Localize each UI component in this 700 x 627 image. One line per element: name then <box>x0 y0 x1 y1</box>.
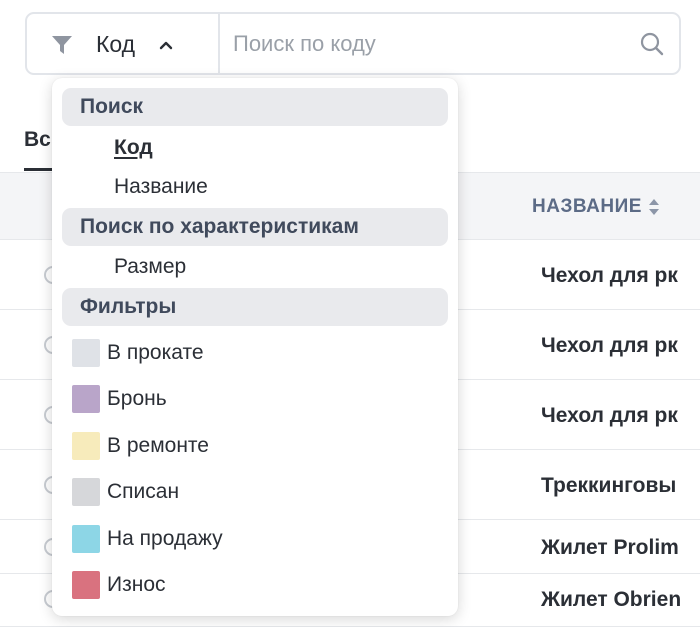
row-name: Чехол для рк <box>541 334 678 357</box>
row-name: Чехол для рк <box>541 264 678 287</box>
status-filter-repair[interactable]: В ремонте <box>72 431 209 461</box>
group-header-filters: Фильтры <box>62 288 448 326</box>
search-bar: Код <box>25 12 681 75</box>
magnifier-icon[interactable] <box>639 31 665 57</box>
status-label: На продажу <box>107 527 223 550</box>
status-filter-written-off[interactable]: Списан <box>72 477 179 507</box>
status-label: В прокате <box>107 341 204 364</box>
status-swatch <box>72 339 100 367</box>
status-filter-for-sale[interactable]: На продажу <box>72 524 223 554</box>
status-filter-wear[interactable]: Износ <box>72 570 166 600</box>
option-size[interactable]: Размер <box>114 255 186 279</box>
tab-all[interactable]: Вс <box>24 128 51 152</box>
status-label: Износ <box>107 573 166 596</box>
status-label: Списан <box>107 480 180 503</box>
status-swatch <box>72 478 100 506</box>
search-mode-dropdown[interactable]: Код <box>27 14 219 73</box>
funnel-icon <box>52 36 72 54</box>
row-name: Треккинговы <box>541 474 677 497</box>
status-filter-reserved[interactable]: Бронь <box>72 384 167 414</box>
column-header-name[interactable]: НАЗВАНИЕ <box>532 196 660 218</box>
column-header-label: НАЗВАНИЕ <box>532 196 642 217</box>
option-code[interactable]: Код <box>114 136 153 160</box>
status-swatch <box>72 525 100 553</box>
tab-underline <box>24 168 54 171</box>
search-divider <box>218 14 220 73</box>
status-swatch <box>72 385 100 413</box>
row-name: Чехол для рк <box>541 404 678 427</box>
group-header-search: Поиск <box>62 88 448 126</box>
status-swatch <box>72 432 100 460</box>
search-mode-menu: Поиск Код Название Поиск по характеристи… <box>52 78 458 616</box>
group-header-characteristics: Поиск по характеристикам <box>62 208 448 246</box>
chevron-up-icon <box>159 41 173 50</box>
status-filter-rented[interactable]: В прокате <box>72 338 204 368</box>
status-swatch <box>72 571 100 599</box>
row-name: Жилет Prolim <box>541 536 679 559</box>
row-name: Жилет Obrien <box>541 588 682 611</box>
search-mode-label: Код <box>96 31 136 57</box>
option-name[interactable]: Название <box>114 175 208 199</box>
search-input[interactable] <box>233 24 623 64</box>
sort-icon <box>648 199 659 215</box>
status-label: Бронь <box>107 387 167 410</box>
status-label: В ремонте <box>107 434 209 457</box>
